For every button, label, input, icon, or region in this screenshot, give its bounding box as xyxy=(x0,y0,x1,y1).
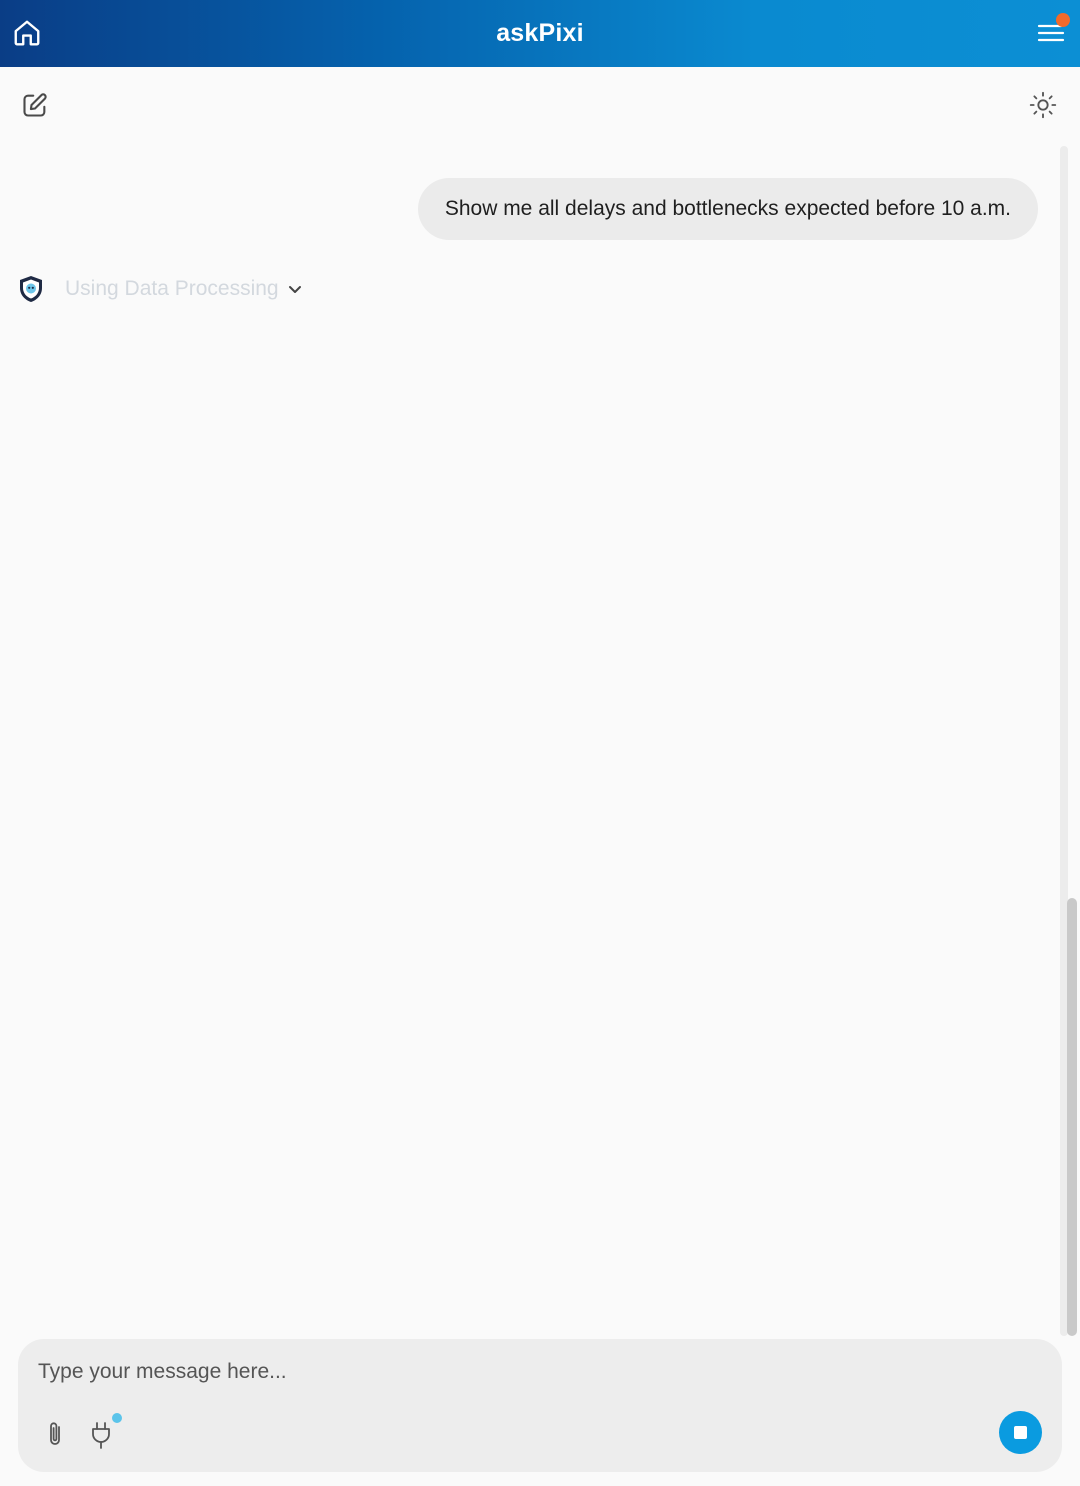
expand-status-toggle[interactable] xyxy=(287,281,303,297)
message-input[interactable] xyxy=(38,1353,938,1391)
stop-icon xyxy=(1014,1426,1027,1439)
edit-icon xyxy=(23,93,47,117)
home-icon xyxy=(14,20,40,46)
menu-button[interactable] xyxy=(1034,13,1070,50)
assistant-status-text: Using Data Processing xyxy=(65,277,279,300)
chevron-down-icon xyxy=(288,286,301,293)
stop-generation-button[interactable] xyxy=(999,1411,1042,1454)
sun-icon xyxy=(1029,91,1057,119)
plugin-count-badge xyxy=(110,1411,124,1425)
app-root: askPixi Show me all delays and bottlenec… xyxy=(0,0,1080,1486)
assistant-status-row: Using Data Processing xyxy=(16,272,303,306)
theme-toggle-button[interactable] xyxy=(1026,88,1060,122)
new-chat-button[interactable] xyxy=(18,88,52,122)
pixi-shield-icon xyxy=(20,276,42,302)
plugins-button[interactable] xyxy=(88,1411,128,1451)
notification-dot xyxy=(1056,13,1070,27)
app-header: askPixi xyxy=(0,0,1080,67)
assistant-avatar xyxy=(16,274,46,304)
scrollbar-thumb[interactable] xyxy=(1067,898,1077,1336)
message-composer xyxy=(18,1339,1062,1472)
user-message-text: Show me all delays and bottlenecks expec… xyxy=(444,197,1011,220)
attach-button[interactable] xyxy=(40,1417,70,1451)
app-title: askPixi xyxy=(496,19,584,47)
user-message-bubble: Show me all delays and bottlenecks expec… xyxy=(417,178,1038,240)
home-button[interactable] xyxy=(10,16,44,50)
paperclip-icon xyxy=(50,1422,60,1445)
